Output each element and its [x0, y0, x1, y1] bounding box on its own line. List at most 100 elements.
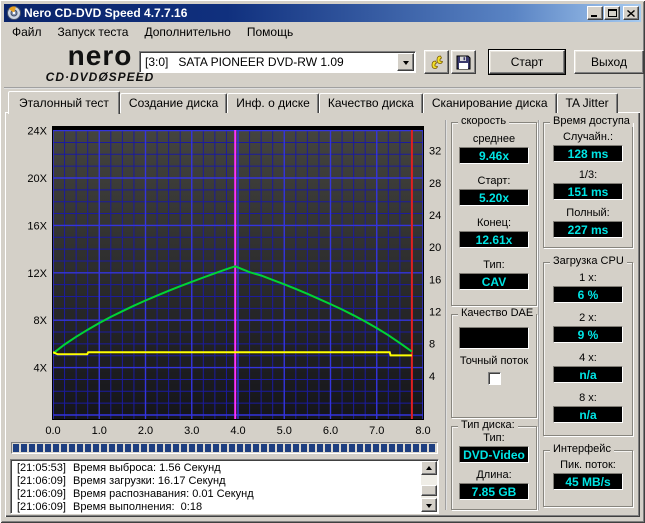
tab-scan-disc[interactable]: Сканирование диска — [423, 93, 557, 113]
scroll-down-button[interactable] — [421, 498, 437, 512]
benchmark-chart: 24X20X16X12X8X4X322824201612840.01.02.03… — [10, 123, 446, 445]
tab-create-disc[interactable]: Создание диска — [120, 93, 227, 113]
log-line: [21:05:53] Время выброса: 1.56 Секунд — [13, 462, 420, 475]
menu-run-test[interactable]: Запуск теста — [50, 23, 137, 41]
speed-end-label: Конец: — [452, 216, 536, 230]
cpu-usage-title: Загрузка CPU — [550, 255, 627, 267]
title-bar[interactable]: Nero CD-DVD Speed 4.7.7.16 — [4, 4, 641, 22]
log-text: Время загрузки: 16.17 Секунд — [73, 475, 420, 488]
tab-ta-jitter[interactable]: TA Jitter — [557, 93, 618, 113]
log-text: Время выброса: 1.56 Секунд — [73, 462, 420, 475]
svg-text:12X: 12X — [27, 268, 47, 280]
chevron-down-icon — [403, 61, 409, 68]
eject-load-button[interactable] — [424, 50, 449, 74]
log-line: [21:06:09] Время выполнения: 0:18 — [13, 501, 420, 514]
triangle-up-icon — [426, 463, 432, 470]
toolbar-divider — [4, 87, 641, 89]
dae-quality-value — [459, 327, 529, 349]
disc-type-panel-title: Тип диска: — [458, 419, 518, 431]
cpu-usage-panel: Загрузка CPU 1 x: 6 % 2 x: 9 % 4 x: n/a … — [543, 262, 633, 436]
start-button-label: Старт — [511, 55, 544, 69]
svg-text:1.0: 1.0 — [92, 425, 107, 437]
exact-stream-checkbox[interactable] — [488, 372, 501, 385]
log-timestamp: [21:05:53] — [13, 462, 73, 475]
exact-stream-label: Точный поток — [452, 355, 536, 368]
log-lines: [21:05:53] Время выброса: 1.56 Секунд [2… — [13, 462, 420, 511]
progress-fill — [13, 444, 436, 452]
speed-panel-title: скорость — [458, 115, 509, 127]
peak-rate-value: 45 MB/s — [553, 473, 623, 490]
disc-type-value: DVD-Video — [459, 446, 529, 463]
dae-quality-panel: Качество DAE Точный поток — [451, 314, 537, 418]
drive-select-combobox[interactable]: [3:0] SATA PIONEER DVD-RW 1.09 — [139, 51, 416, 73]
access-time-title: Время доступа — [550, 115, 633, 127]
panel-divider-1 — [445, 120, 447, 510]
maximize-button[interactable] — [604, 6, 620, 20]
menu-file[interactable]: Файл — [4, 23, 50, 41]
log-scrollbar[interactable] — [421, 461, 437, 512]
cpu-2x-value: 9 % — [553, 326, 623, 343]
access-full-value: 227 ms — [553, 221, 623, 238]
speed-average-value: 9.46x — [459, 147, 529, 164]
cpu-8x-value: n/a — [553, 406, 623, 423]
access-full-label: Полный: — [544, 206, 632, 220]
svg-text:3.0: 3.0 — [184, 425, 199, 437]
disc-type-label: Тип: — [452, 431, 536, 445]
svg-text:16X: 16X — [27, 220, 47, 232]
svg-text:12: 12 — [429, 307, 441, 319]
svg-text:0.0: 0.0 — [45, 425, 60, 437]
scrollbar-thumb[interactable] — [421, 485, 437, 496]
svg-text:5.0: 5.0 — [277, 425, 292, 437]
svg-text:20X: 20X — [27, 173, 47, 185]
speed-type-label: Тип: — [452, 258, 536, 272]
svg-text:28: 28 — [429, 178, 441, 190]
tab-disc-info[interactable]: Инф. о диске — [227, 93, 319, 113]
cpu-1x-label: 1 x: — [544, 271, 632, 285]
svg-text:8.0: 8.0 — [415, 425, 430, 437]
minimize-icon — [591, 9, 599, 17]
log-timestamp: [21:06:09] — [13, 501, 73, 514]
svg-text:24X: 24X — [27, 126, 47, 138]
exit-button[interactable]: Выход — [574, 50, 644, 74]
log-line: [21:06:09] Время распознавания: 0.01 Сек… — [13, 488, 420, 501]
maximize-icon — [608, 9, 617, 17]
save-button[interactable] — [451, 50, 476, 74]
svg-text:6.0: 6.0 — [323, 425, 338, 437]
svg-text:20: 20 — [429, 242, 441, 254]
menu-bar: Файл Запуск теста Дополнительно Помощь — [4, 23, 641, 41]
svg-text:2.0: 2.0 — [138, 425, 153, 437]
peak-rate-label: Пик. поток: — [544, 458, 632, 472]
dae-quality-title: Качество DAE — [458, 307, 536, 319]
menu-extra[interactable]: Дополнительно — [136, 23, 238, 41]
app-window: Nero CD-DVD Speed 4.7.7.16 Файл Запуск т… — [0, 0, 645, 523]
menu-help[interactable]: Помощь — [239, 23, 301, 41]
tab-benchmark[interactable]: Эталонный тест — [8, 91, 120, 114]
cpu-4x-value: n/a — [553, 366, 623, 383]
cpu-2x-label: 2 x: — [544, 311, 632, 325]
interface-title: Интерфейс — [550, 443, 614, 455]
window-title: Nero CD-DVD Speed 4.7.7.16 — [24, 6, 586, 20]
app-icon — [7, 6, 21, 20]
log-text: Время распознавания: 0.01 Секунд — [73, 488, 420, 501]
log-box: [21:05:53] Время выброса: 1.56 Секунд [2… — [10, 459, 439, 514]
disc-length-label: Длина: — [452, 468, 536, 482]
drive-select-dropdown-button[interactable] — [397, 53, 414, 71]
speed-panel: скорость среднее 9.46x Старт: 5.20x Коне… — [451, 122, 537, 306]
access-random-value: 128 ms — [553, 145, 623, 162]
speed-start-value: 5.20x — [459, 189, 529, 206]
start-button[interactable]: Старт — [489, 50, 565, 74]
floppy-disk-icon — [456, 55, 471, 70]
svg-text:24: 24 — [429, 210, 441, 222]
drive-select-value: [3:0] SATA PIONEER DVD-RW 1.09 — [140, 55, 397, 69]
disc-type-panel: Тип диска: Тип: DVD-Video Длина: 7.85 GB — [451, 426, 537, 510]
tab-disc-quality[interactable]: Качество диска — [319, 93, 423, 113]
close-button[interactable] — [623, 6, 639, 20]
speed-type-value: CAV — [459, 273, 529, 290]
access-time-panel: Время доступа Случайн.: 128 ms 1/3: 151 … — [543, 122, 633, 248]
scroll-up-button[interactable] — [421, 461, 437, 475]
svg-text:7.0: 7.0 — [369, 425, 384, 437]
log-timestamp: [21:06:09] — [13, 488, 73, 501]
log-text: Время выполнения: 0:18 — [73, 501, 420, 514]
minimize-button[interactable] — [587, 6, 603, 20]
yellow-tool-icon — [429, 54, 445, 70]
